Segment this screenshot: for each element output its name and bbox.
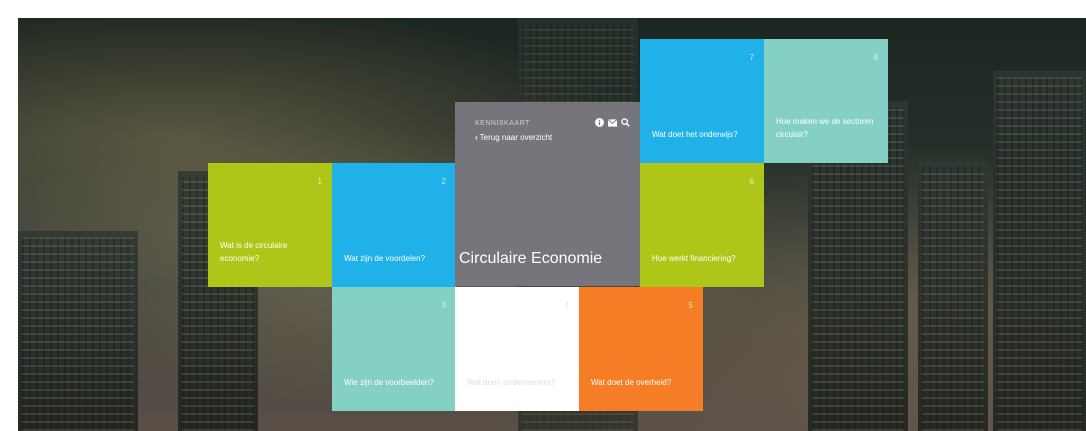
building: [18, 231, 138, 431]
kenniskaart-label: KENNISKAART: [475, 120, 530, 127]
tile-4[interactable]: 4 Wat doen ondernemers?: [455, 287, 579, 411]
tile-number: 6: [749, 177, 754, 186]
tile-number: 3: [441, 301, 446, 310]
tile-label: Wat doet de overheid?: [591, 378, 672, 387]
back-link[interactable]: ‹ Terug naar overzicht: [475, 133, 552, 142]
tile-8[interactable]: 8 Hoe maken we de sectoren circulair?: [764, 39, 888, 163]
tile-label: Hoe werkt financiering?: [652, 254, 736, 263]
tile-label: Wat doet het onderwijs?: [652, 130, 738, 139]
tile-number: 1: [317, 177, 322, 186]
info-icon[interactable]: [595, 118, 604, 127]
tile-label: Wie zijn de voorbeelden?: [344, 378, 434, 387]
tile-label: Wat is de circulaire economie?: [220, 241, 288, 263]
tile-label: Wat doen ondernemers?: [467, 378, 555, 387]
tile-label: Wat zijn de voordelen?: [344, 254, 426, 263]
tile-number: 8: [873, 53, 878, 62]
page-title: Circulaire Economie: [459, 250, 603, 267]
tile-label: Hoe maken we de sectoren circulair?: [776, 117, 874, 139]
tile-number: 7: [749, 53, 754, 62]
tile-5[interactable]: 5 Wat doet de overheid?: [579, 287, 703, 411]
back-link-label: Terug naar overzicht: [479, 133, 553, 142]
building: [993, 71, 1086, 431]
header-icons: [595, 118, 630, 127]
building: [918, 161, 988, 431]
tile-1[interactable]: 1 Wat is de circulaire economie?: [208, 163, 332, 287]
tile-3[interactable]: 3 Wie zijn de voorbeelden?: [332, 287, 456, 411]
tile-number: 4: [564, 301, 569, 310]
tile-number: 2: [441, 177, 446, 186]
tile-number: 5: [688, 301, 693, 310]
search-icon[interactable]: [621, 118, 630, 127]
tile-2[interactable]: 2 Wat zijn de voordelen?: [332, 163, 456, 287]
chevron-left-icon: ‹: [475, 133, 478, 142]
tile-6[interactable]: 6 Hoe werkt financiering?: [640, 163, 764, 287]
tile-7[interactable]: 7 Wat doet het onderwijs?: [640, 39, 764, 163]
mail-icon[interactable]: [608, 118, 617, 127]
main-tile: KENNISKAART ‹ Terug naar overzicht Circul…: [455, 102, 640, 286]
